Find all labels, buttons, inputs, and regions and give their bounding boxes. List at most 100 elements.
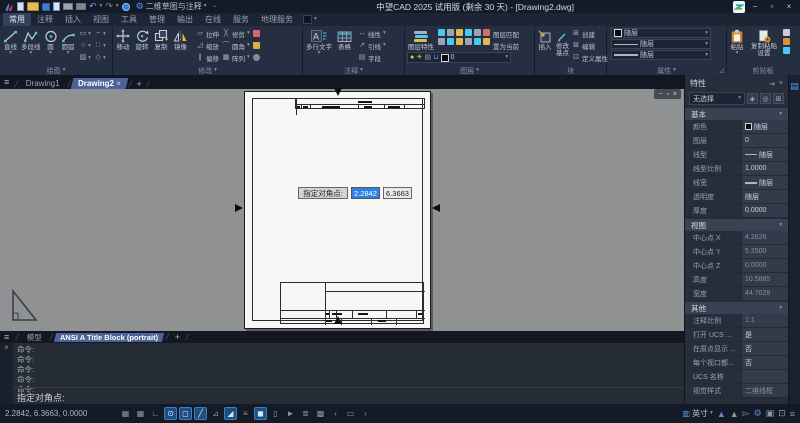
palette-close-icon[interactable]: ×: [779, 80, 783, 88]
prop-value-lineweight[interactable]: 随层: [741, 176, 788, 189]
tab-online[interactable]: 在线: [199, 13, 227, 26]
layer-state-icon[interactable]: [474, 38, 481, 45]
doc-tab-drawing2[interactable]: Drawing2 ×: [71, 78, 129, 89]
linetype-dropdown[interactable]: 随层 ▾: [611, 39, 711, 49]
circle-button[interactable]: 圆 ▾: [43, 28, 59, 65]
prop-value-layer[interactable]: 0: [741, 134, 788, 147]
layer-state-icon[interactable]: [483, 29, 490, 36]
paste-button[interactable]: 粘贴 ▾: [729, 28, 745, 65]
tab-manage[interactable]: 管理: [143, 13, 171, 26]
arc-button[interactable]: 圆弧 ▾: [60, 28, 77, 65]
close-tab-icon[interactable]: ×: [116, 79, 121, 88]
properties-group-label[interactable]: 属性▾: [607, 66, 726, 75]
layer-state-icon[interactable]: [447, 29, 454, 36]
restore-button[interactable]: ▫: [765, 2, 779, 11]
preview-icon[interactable]: [76, 1, 86, 12]
donut-tool-button[interactable]: ○▾: [78, 40, 93, 52]
dynamic-input-x-field[interactable]: 2.2842: [351, 187, 380, 199]
doc-tab-drawing1[interactable]: Drawing1: [20, 78, 66, 89]
unit-dropdown[interactable]: ▥英寸▾: [683, 408, 713, 419]
tab-view[interactable]: 视图: [87, 13, 115, 26]
open-file-icon[interactable]: [27, 1, 39, 12]
dynamic-input-toggle[interactable]: ◢: [224, 407, 237, 420]
layer-state-icon[interactable]: [456, 38, 463, 45]
layer-dropdown[interactable]: ● ☀ ▤ ⊔ 0 ▾: [407, 52, 511, 63]
section-misc[interactable]: 其他▾: [685, 302, 788, 314]
polar-tracking-toggle[interactable]: ⊙: [164, 407, 177, 420]
prop-value-transparency[interactable]: 随层: [741, 190, 788, 203]
field-button[interactable]: ▤字段: [358, 52, 386, 63]
prop-value-color[interactable]: 随层: [741, 120, 788, 133]
prop-value-viewport-ucs[interactable]: 否: [741, 356, 788, 369]
next-group-arrow[interactable]: ›: [359, 407, 372, 420]
prop-value-ucs-name[interactable]: [741, 370, 788, 383]
prop-value-thickness[interactable]: 0.0000: [741, 204, 788, 217]
ortho-mode-toggle[interactable]: ∟: [149, 407, 162, 420]
tab-output[interactable]: 输出: [171, 13, 199, 26]
drawing-canvas[interactable]: − ▫ ×: [0, 89, 684, 331]
layer-state-icon[interactable]: [465, 29, 472, 36]
layer-state-icon[interactable]: [483, 38, 490, 45]
offset-button[interactable]: ∥偏移: [196, 52, 219, 63]
annotate-group-label[interactable]: 注释▾: [303, 66, 404, 75]
section-basic[interactable]: 基本▾: [685, 108, 788, 120]
lineweight-display-toggle[interactable]: ≡: [239, 407, 252, 420]
layer-state-icon[interactable]: [438, 29, 445, 36]
layer-match-button[interactable]: 图层匹配: [493, 28, 519, 39]
leader-button[interactable]: ↗引线▾: [358, 40, 386, 51]
edit-base-button[interactable]: 修改基点: [555, 28, 570, 65]
prev-group-arrow[interactable]: ‹: [329, 407, 342, 420]
annotation-monitor-toggle[interactable]: ►: [284, 407, 297, 420]
auto-hide-pin-icon[interactable]: ⇥: [769, 80, 775, 88]
grid-display-toggle[interactable]: ▦: [119, 407, 132, 420]
hatch-tool-button[interactable]: ▨▾: [78, 52, 93, 64]
rectangle-tool-button[interactable]: ▭▾: [78, 28, 93, 40]
undo-dropdown-icon[interactable]: ▾: [100, 4, 103, 9]
model-tab[interactable]: 模型: [22, 332, 47, 343]
close-button[interactable]: ×: [782, 2, 796, 11]
status-menu-icon[interactable]: ≡: [790, 409, 795, 419]
settings-gear-icon[interactable]: ⚙: [754, 408, 762, 419]
save-icon[interactable]: [42, 1, 50, 12]
app-logo-icon[interactable]: [4, 1, 14, 12]
edit-block-button[interactable]: ⊠编辑: [572, 40, 608, 51]
join-button[interactable]: [253, 52, 260, 63]
prop-value-linetype[interactable]: 随层: [741, 148, 788, 161]
annotation-scale-sync-icon[interactable]: ▲: [730, 409, 739, 419]
properties-dialog-launcher-icon[interactable]: ◿: [719, 67, 724, 74]
spline-tool-button[interactable]: ~▾: [93, 28, 108, 40]
section-view[interactable]: 视图▾: [685, 219, 788, 231]
polyline-button[interactable]: 多段线 ▾: [20, 28, 42, 65]
command-close-icon[interactable]: ×: [4, 343, 9, 352]
clean-screen-icon[interactable]: ▣: [766, 408, 775, 419]
online-icon[interactable]: [122, 1, 130, 12]
tab-annotate[interactable]: 注释: [31, 13, 59, 26]
tab-insert[interactable]: 插入: [59, 13, 87, 26]
doc-close-icon[interactable]: ×: [673, 91, 677, 98]
layout-menu-icon[interactable]: ≡: [4, 332, 9, 342]
object-snap-tracking-toggle[interactable]: ⊿: [209, 407, 222, 420]
layer-state-icon[interactable]: [447, 38, 454, 45]
command-prompt[interactable]: 指定对角点:: [17, 391, 65, 404]
rotate-button[interactable]: 旋转: [134, 28, 150, 65]
copy-button[interactable]: 复制: [153, 28, 169, 65]
undo-icon[interactable]: ↶: [89, 1, 97, 12]
match-properties-icon[interactable]: [783, 47, 790, 54]
customize-status-button[interactable]: ▭: [344, 407, 357, 420]
linear-dim-button[interactable]: ↔线性▾: [358, 28, 386, 39]
layer-state-icon[interactable]: [438, 38, 445, 45]
trim-button[interactable]: ╳修剪▾: [222, 28, 250, 39]
tab-geo[interactable]: 地理服务: [255, 13, 299, 26]
layers-group-label[interactable]: 图层▾: [405, 66, 534, 75]
point-tool-button[interactable]: ∷▾: [93, 40, 108, 52]
line-button[interactable]: 直线 ▾: [2, 28, 19, 65]
block-group-label[interactable]: 块: [535, 66, 606, 75]
select-objects-icon[interactable]: ◎: [760, 93, 771, 104]
layer-state-icon[interactable]: [456, 29, 463, 36]
tab-tools[interactable]: 工具: [115, 13, 143, 26]
doc-restore-icon[interactable]: ▫: [666, 91, 668, 98]
copy-paste-settings-button[interactable]: 复制粘贴设置: [748, 28, 780, 65]
palette-tab-icon[interactable]: ▤: [790, 81, 799, 91]
erase-button[interactable]: [253, 28, 260, 39]
selection-dropdown[interactable]: 无选择▾: [689, 92, 745, 105]
